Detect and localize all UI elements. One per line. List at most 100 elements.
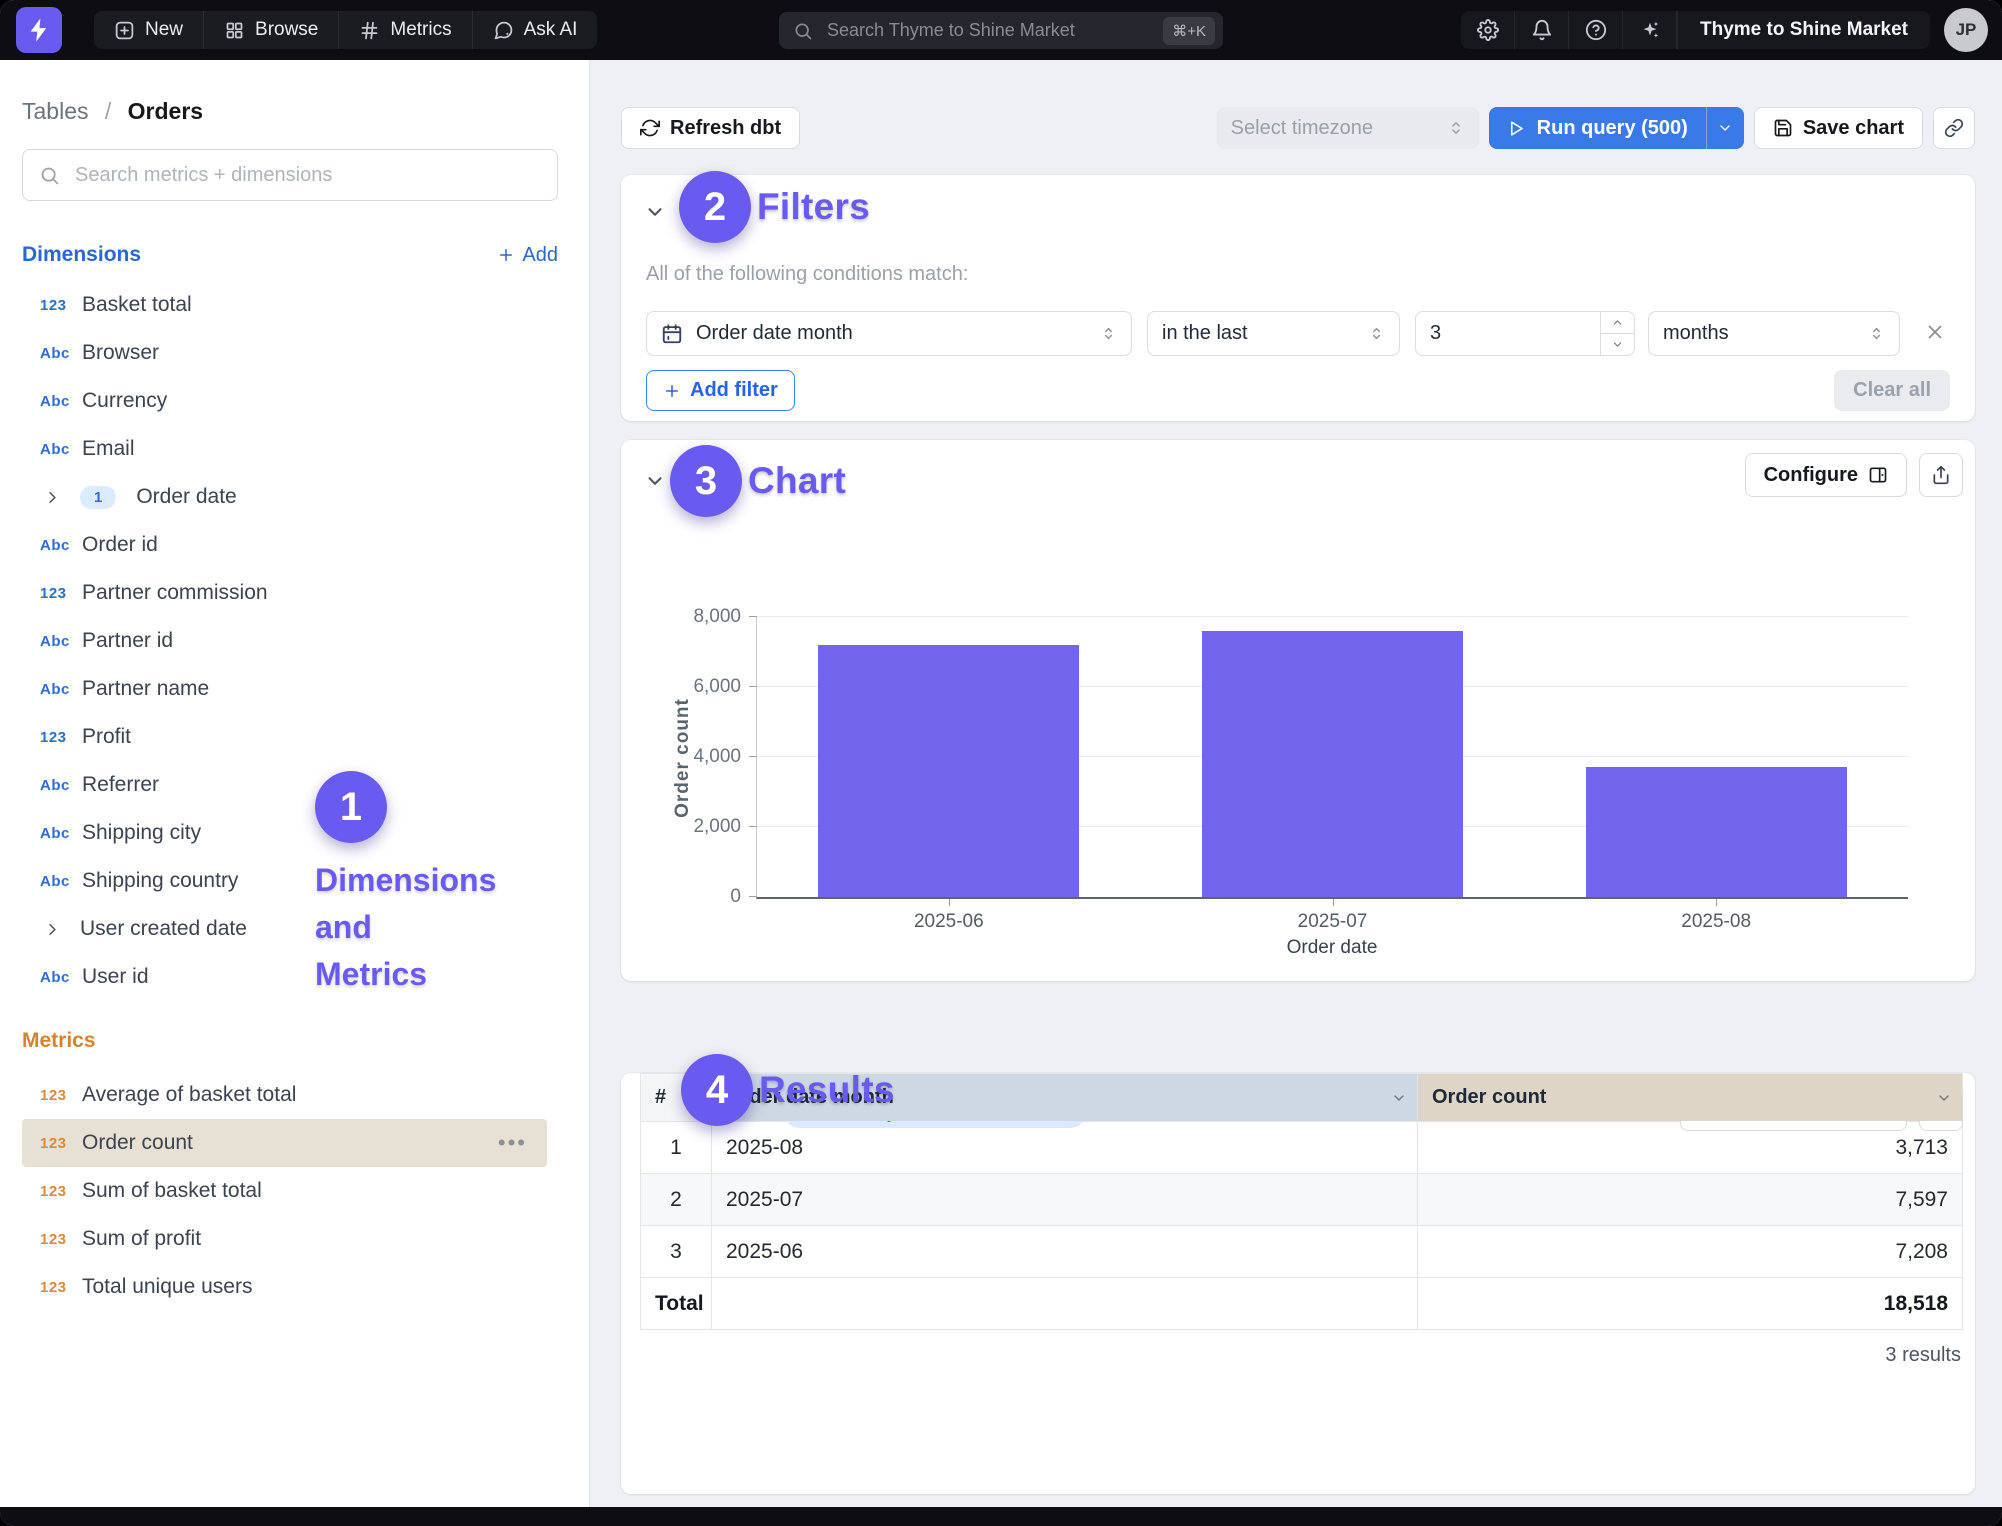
run-query-button[interactable]: Run query (500) (1489, 107, 1706, 149)
metrics-title: Metrics (22, 1029, 96, 1053)
plus-icon (497, 246, 515, 264)
filter-operator-select[interactable]: in the last (1147, 311, 1400, 356)
sparkles-button[interactable] (1623, 11, 1677, 49)
bar-2025-06[interactable] (818, 645, 1079, 897)
org-switcher[interactable]: Thyme to Shine Market (1677, 11, 1930, 49)
field-item-browser[interactable]: AbcBrowser (0, 329, 589, 377)
table-row[interactable]: 22025-077,597 (641, 1174, 1963, 1226)
help-button[interactable] (1569, 11, 1623, 49)
total-label: Total (641, 1278, 712, 1330)
grid-icon (224, 20, 245, 41)
y-axis-tick-label: 2,000 (693, 816, 741, 838)
cell-order-count[interactable]: 7,597 (1418, 1174, 1963, 1226)
fields-search-input[interactable] (73, 163, 541, 188)
field-item-partner-name[interactable]: AbcPartner name (0, 665, 589, 713)
gear-button[interactable] (1461, 11, 1515, 49)
field-item-shipping-country[interactable]: AbcShipping country (0, 857, 589, 905)
table-row[interactable]: 12025-083,713 (641, 1122, 1963, 1174)
stepper-down-button[interactable] (1601, 334, 1634, 355)
configure-chart-button[interactable]: Configure (1745, 453, 1907, 497)
column-header-order-count[interactable]: Order count (1418, 1074, 1963, 1122)
field-item-sum-of-basket-total[interactable]: 123Sum of basket total (0, 1167, 589, 1215)
bar-2025-08[interactable] (1586, 767, 1847, 897)
avatar[interactable]: JP (1944, 8, 1988, 52)
field-item-order-id[interactable]: AbcOrder id (0, 521, 589, 569)
bell-button[interactable] (1515, 11, 1569, 49)
column-header-order-date-month[interactable]: Order date month (712, 1074, 1418, 1122)
run-query-options-button[interactable] (1706, 107, 1744, 149)
chevron-right-icon[interactable] (43, 920, 62, 939)
number-123-icon: 123 (40, 297, 82, 314)
metrics-section-header: Metrics (22, 1029, 558, 1053)
field-label: Order id (82, 533, 158, 557)
chart-y-axis-label: Order count (672, 698, 694, 818)
field-label: Average of basket total (82, 1083, 296, 1107)
timezone-select[interactable]: Select timezone (1217, 107, 1479, 149)
chevron-down-icon[interactable] (1391, 1090, 1407, 1106)
fields-search[interactable] (22, 149, 558, 201)
chevron-right-icon[interactable] (43, 488, 62, 507)
field-menu-icon[interactable]: ••• (498, 1138, 527, 1148)
chevron-down-icon[interactable] (1936, 1090, 1952, 1106)
cell-order-date-month[interactable]: 2025-06 (712, 1226, 1418, 1278)
global-search-input[interactable] (825, 19, 1163, 42)
field-item-referrer[interactable]: AbcReferrer (0, 761, 589, 809)
field-item-partner-id[interactable]: AbcPartner id (0, 617, 589, 665)
filter-rule-row: Order date month in the last (646, 311, 1950, 356)
chat-sparkle-icon (493, 20, 514, 41)
stepper-up-button[interactable] (1601, 312, 1634, 334)
field-item-average-of-basket-total[interactable]: 123Average of basket total (0, 1071, 589, 1119)
add-dimension-button[interactable]: Add (497, 244, 558, 267)
nav-item-ask-ai[interactable]: Ask AI (473, 11, 598, 49)
lightning-logo-icon[interactable] (16, 7, 62, 53)
share-link-button[interactable] (1933, 107, 1975, 149)
cell-order-date-month[interactable]: 2025-07 (712, 1174, 1418, 1226)
field-item-profit[interactable]: 123Profit (0, 713, 589, 761)
cell-order-date-month[interactable]: 2025-08 (712, 1122, 1418, 1174)
nav-item-browse[interactable]: Browse (204, 11, 339, 49)
field-item-basket-total[interactable]: 123Basket total (0, 281, 589, 329)
collapse-filters-chevron-icon[interactable] (644, 201, 666, 223)
nav-item-new[interactable]: New (94, 11, 204, 49)
field-item-user-created-date[interactable]: User created date (0, 905, 589, 953)
field-label: Total unique users (82, 1275, 252, 1299)
field-item-order-count[interactable]: 123Order count••• (22, 1119, 547, 1167)
cell-order-count[interactable]: 7,208 (1418, 1226, 1963, 1278)
filter-unit-select[interactable]: months (1648, 311, 1900, 356)
search-icon (793, 21, 813, 41)
table-total-row: Total 18,518 (641, 1278, 1963, 1330)
field-item-order-date[interactable]: 1Order date (0, 473, 589, 521)
export-chart-button[interactable] (1919, 453, 1963, 497)
clear-all-filters-button[interactable]: Clear all (1834, 370, 1950, 411)
field-item-total-unique-users[interactable]: 123Total unique users (0, 1263, 589, 1311)
y-axis-tick (749, 826, 757, 827)
breadcrumb-tables-link[interactable]: Tables (22, 98, 88, 124)
global-search[interactable]: ⌘+K (779, 12, 1223, 49)
primary-nav: NewBrowseMetricsAsk AI (94, 11, 597, 49)
field-item-currency[interactable]: AbcCurrency (0, 377, 589, 425)
chevrons-up-down-icon (1447, 119, 1465, 137)
add-filter-button[interactable]: Add filter (646, 370, 795, 411)
save-chart-button[interactable]: Save chart (1754, 107, 1923, 149)
abc-icon: Abc (40, 873, 82, 890)
filter-value-input[interactable] (1416, 321, 1600, 346)
explore-main-panel: Refresh dbt Select timezone Run query (5… (590, 60, 2002, 1507)
row-index: 2 (641, 1174, 712, 1226)
nav-item-metrics[interactable]: Metrics (339, 11, 472, 49)
collapse-chart-chevron-icon[interactable] (644, 470, 666, 492)
calendar-icon (661, 323, 683, 345)
x-axis-tick-label: 2025-08 (1681, 911, 1751, 933)
field-item-shipping-city[interactable]: AbcShipping city (0, 809, 589, 857)
field-item-user-id[interactable]: AbcUser id (0, 953, 589, 1001)
refresh-dbt-button[interactable]: Refresh dbt (621, 107, 800, 149)
table-row[interactable]: 32025-067,208 (641, 1226, 1963, 1278)
field-item-sum-of-profit[interactable]: 123Sum of profit (0, 1215, 589, 1263)
field-item-email[interactable]: AbcEmail (0, 425, 589, 473)
dimensions-section-header: Dimensions Add (22, 243, 558, 267)
field-item-partner-commission[interactable]: 123Partner commission (0, 569, 589, 617)
bar-2025-07[interactable] (1202, 631, 1463, 897)
remove-filter-button[interactable] (1924, 321, 1950, 347)
results-count: 3 results (621, 1344, 1961, 1367)
filter-field-select[interactable]: Order date month (646, 311, 1132, 356)
cell-order-count[interactable]: 3,713 (1418, 1122, 1963, 1174)
